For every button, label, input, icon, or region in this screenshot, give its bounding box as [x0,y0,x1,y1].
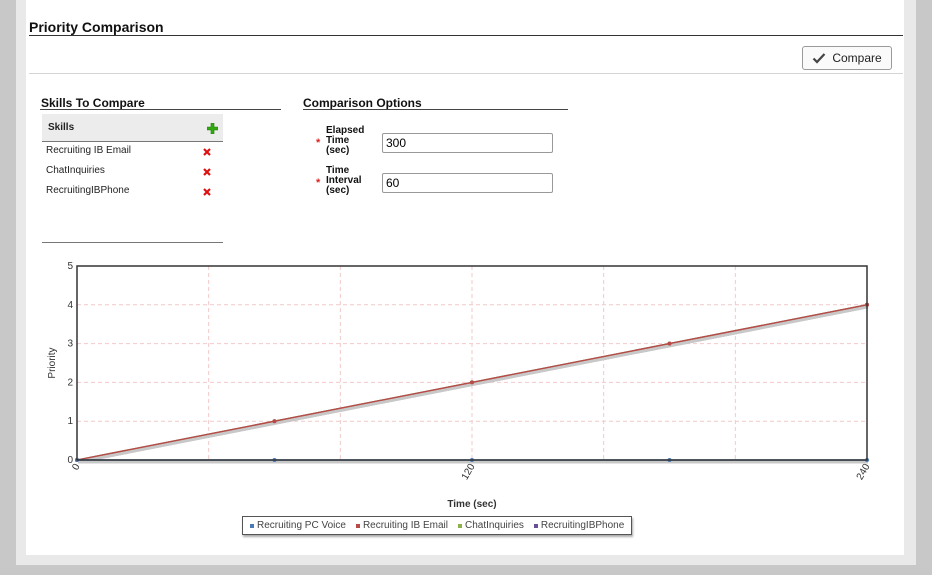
skills-section-title: Skills To Compare [41,96,145,110]
legend-item[interactable]: Recruiting IB Email [355,520,448,531]
elapsed-time-label: Elapsed Time (sec) [326,126,376,156]
y-tick-label: 3 [67,339,73,350]
priority-chart: 0123450 120 240 Priority Time (sec) [47,261,873,510]
title-divider [29,35,903,36]
compare-button-label: Compare [832,51,882,65]
compare-button[interactable]: Compare [802,46,892,70]
y-tick-label: 5 [67,261,73,272]
skill-label: Recruiting IB Email [46,145,132,156]
main-panel: Priority Comparison Compare Skills To Co… [16,0,916,565]
y-tick-label: 2 [67,377,73,388]
chart-legend: Recruiting PC Voice Recruiting IB Email Ch… [242,516,633,535]
y-tick-label: 1 [67,416,73,427]
add-skill-plus-icon[interactable] [207,123,218,134]
y-tick-label: 4 [67,300,73,311]
legend-item[interactable]: RecruitingIBPhone [533,520,625,531]
legend-label: Recruiting IB Email [362,520,448,531]
content-area: Priority Comparison Compare Skills To Co… [26,0,904,555]
label-line: (sec) [326,145,350,156]
data-point [272,419,277,424]
skill-label: ChatInquiries [46,165,105,176]
remove-skill-close-icon[interactable] [203,188,211,196]
skills-table-header: Skills [42,114,223,142]
legend-label: Recruiting PC Voice [257,520,346,531]
time-interval-label: Time Interval (sec) [326,166,376,196]
x-tick-label: 240 [855,462,873,482]
toolbar-divider [29,73,903,74]
legend-swatch [457,523,462,528]
legend-item[interactable]: Recruiting PC Voice [250,520,346,531]
legend-swatch [250,523,254,528]
data-point [667,341,672,346]
legend-swatch [533,523,538,528]
skill-row: Recruiting IB Email [42,142,223,162]
options-section-divider [303,109,568,110]
y-axis-title: Priority [47,347,58,378]
skill-row: RecruitingIBPhone [42,182,223,202]
elapsed-required-marker: * [316,137,321,149]
legend-swatch [355,523,360,528]
data-point [470,380,474,385]
interval-required-marker: * [316,177,321,189]
elapsed-time-input[interactable] [382,133,553,153]
options-section-title: Comparison Options [303,96,422,110]
x-tick-label: 120 [460,462,478,482]
label-line: (sec) [326,185,350,196]
x-axis-title: Time (sec) [447,499,496,510]
chart-grid [77,266,867,460]
skills-column-header: Skills [48,122,75,133]
skill-label: RecruitingIBPhone [46,185,130,196]
checkmark-icon [813,53,826,64]
skills-table-bottom-divider [42,242,223,243]
skills-section-divider [40,109,281,110]
skill-row: ChatInquiries [42,162,223,182]
remove-skill-close-icon[interactable] [203,168,211,176]
legend-item[interactable]: ChatInquiries [457,520,524,531]
remove-skill-close-icon[interactable] [203,148,211,156]
page-title: Priority Comparison [29,19,164,35]
time-interval-input[interactable] [382,173,553,193]
legend-label: RecruitingIBPhone [540,520,625,531]
legend-label: ChatInquiries [464,520,524,531]
skills-table: Skills Recruiting IB Email ChatInquiries… [42,114,223,202]
